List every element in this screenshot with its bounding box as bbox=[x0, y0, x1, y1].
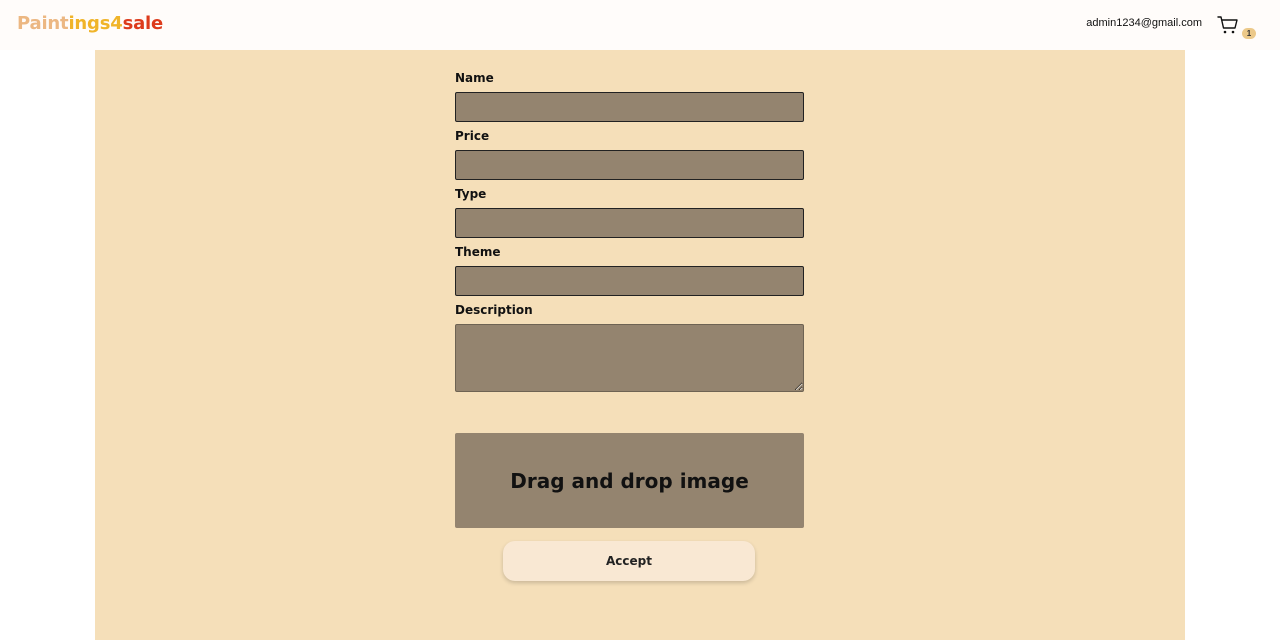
theme-input[interactable] bbox=[455, 266, 804, 296]
cart-count-badge: 1 bbox=[1242, 28, 1256, 39]
price-label: Price bbox=[455, 129, 490, 143]
add-painting-form: Name Price Type Theme Description bbox=[455, 70, 804, 392]
dropzone-label: Drag and drop image bbox=[510, 468, 749, 493]
name-label: Name bbox=[455, 71, 494, 85]
top-navbar: Paintings4sale admin1234@gmail.com 1 bbox=[0, 0, 1280, 50]
user-email: admin1234@gmail.com bbox=[1086, 17, 1202, 29]
site-logo[interactable]: Paintings4sale bbox=[17, 13, 163, 34]
image-dropzone[interactable]: Drag and drop image bbox=[455, 433, 804, 528]
description-textarea[interactable] bbox=[455, 324, 804, 392]
logo-part-3: sale bbox=[122, 13, 164, 34]
description-label: Description bbox=[455, 303, 533, 317]
cart-button[interactable]: 1 bbox=[1216, 14, 1256, 40]
type-label: Type bbox=[455, 187, 487, 201]
theme-label: Theme bbox=[455, 245, 501, 259]
logo-part-2: ings4 bbox=[68, 13, 123, 34]
type-input[interactable] bbox=[455, 208, 804, 238]
name-input[interactable] bbox=[455, 92, 804, 122]
cart-icon bbox=[1217, 16, 1238, 34]
price-input[interactable] bbox=[455, 150, 804, 180]
logo-part-1: Paint bbox=[17, 13, 69, 34]
accept-button[interactable]: Accept bbox=[503, 541, 755, 581]
